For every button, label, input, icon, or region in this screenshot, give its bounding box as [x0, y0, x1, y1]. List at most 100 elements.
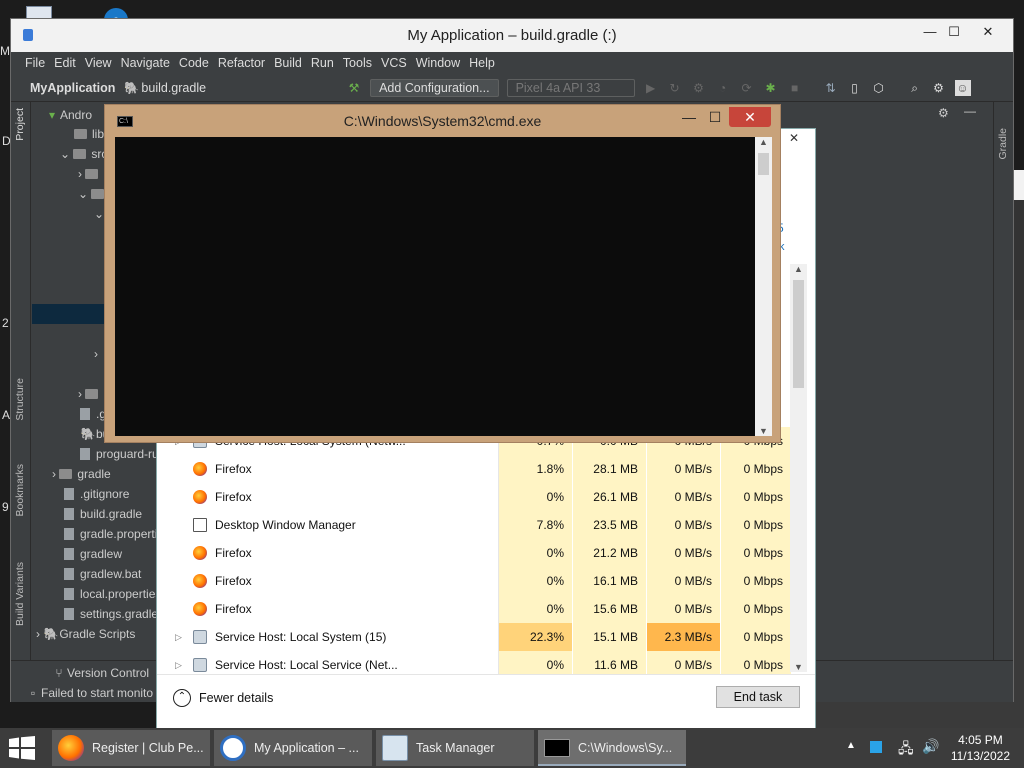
tree-item-gradlew[interactable]: gradlew: [64, 544, 122, 564]
menu-window[interactable]: Window: [416, 52, 460, 74]
window-title: My Application – build.gradle (:): [407, 27, 617, 44]
breadcrumb-file[interactable]: build.gradle: [141, 81, 206, 95]
apply-changes-icon[interactable]: ⟳: [739, 80, 755, 96]
table-row[interactable]: Firefox 0% 16.1 MB 0 MB/s 0 Mbps: [165, 567, 797, 595]
menu-view[interactable]: View: [85, 52, 112, 74]
table-row[interactable]: Firefox 0% 21.2 MB 0 MB/s 0 Mbps: [165, 539, 797, 567]
gear-icon[interactable]: ⚙: [938, 106, 949, 120]
close-icon[interactable]: ✕: [729, 107, 771, 127]
tab-bookmarks[interactable]: Bookmarks: [14, 464, 26, 517]
hammer-icon[interactable]: ⚒: [346, 80, 362, 96]
taskbar-item-android-studio[interactable]: My Application – ...: [214, 730, 372, 766]
scroll-up-icon[interactable]: ▲: [790, 264, 807, 278]
tray-app-icon[interactable]: [870, 741, 882, 753]
debug-icon[interactable]: ⚙: [691, 80, 707, 96]
tree-item-proguard[interactable]: proguard-ru: [80, 444, 159, 464]
tab-structure[interactable]: Structure: [14, 378, 26, 421]
tree-item-gitfile[interactable]: .g: [80, 404, 106, 424]
tree-item-label: Gradle Scripts: [59, 627, 136, 641]
close-icon[interactable]: ✕: [969, 19, 1007, 45]
tree-root[interactable]: ▾ Andro: [44, 105, 92, 125]
tree-item-build-gradle[interactable]: build.gradle: [64, 504, 142, 524]
table-row[interactable]: Firefox 0% 15.6 MB 0 MB/s 0 Mbps: [165, 595, 797, 623]
menu-file[interactable]: File: [25, 52, 45, 74]
network-cell: 0 Mbps: [721, 567, 791, 595]
breadcrumb-project[interactable]: MyApplication: [30, 81, 115, 95]
scroll-thumb[interactable]: [758, 153, 769, 175]
menu-build[interactable]: Build: [274, 52, 302, 74]
scroll-down-icon[interactable]: ▼: [790, 662, 807, 672]
menu-code[interactable]: Code: [179, 52, 209, 74]
desktop-edge-letter: M: [0, 44, 10, 58]
device-selector[interactable]: Pixel 4a API 33: [506, 78, 635, 97]
taskbar-item-firefox[interactable]: Register | Club Pe...: [52, 730, 210, 766]
sync-gradle-icon[interactable]: ⇅: [823, 80, 839, 96]
avatar-icon[interactable]: ☺: [954, 79, 971, 96]
run-icon[interactable]: ▶: [643, 80, 659, 96]
tab-project[interactable]: Project: [14, 108, 26, 141]
fewer-details-button[interactable]: ⌃ Fewer details: [173, 689, 273, 707]
tree-item-src[interactable]: ⌄ src: [60, 144, 107, 164]
taskbar-item-task-manager[interactable]: Task Manager: [376, 730, 534, 766]
tab-gradle[interactable]: Gradle: [997, 128, 1009, 160]
windows-start-icon[interactable]: [8, 736, 36, 760]
show-hidden-icons-icon[interactable]: ▲: [846, 740, 856, 751]
menu-edit[interactable]: Edit: [54, 52, 76, 74]
end-task-button[interactable]: End task: [716, 686, 800, 708]
table-row[interactable]: ▷ Service Host: Local System (15) 22.3% 15.…: [165, 623, 797, 651]
table-row[interactable]: Firefox 0% 26.1 MB 0 MB/s 0 Mbps: [165, 483, 797, 511]
network-icon[interactable]: 🖧: [898, 738, 914, 762]
task-manager-close-icon[interactable]: ✕: [779, 131, 809, 151]
table-row[interactable]: Firefox 1.8% 28.1 MB 0 MB/s 0 Mbps: [165, 455, 797, 483]
scroll-down-icon[interactable]: ▼: [755, 426, 772, 436]
search-icon[interactable]: ⌕: [907, 80, 923, 96]
scroll-thumb[interactable]: [793, 280, 804, 388]
menu-refactor[interactable]: Refactor: [218, 52, 265, 74]
menu-help[interactable]: Help: [469, 52, 495, 74]
tree-item-folder[interactable]: ›: [78, 384, 103, 404]
firefox-icon: [193, 546, 207, 560]
stop-icon[interactable]: ■: [787, 80, 803, 96]
tree-item-gradle[interactable]: › gradle: [52, 464, 111, 484]
menu-run[interactable]: Run: [311, 52, 334, 74]
task-manager-scrollbar[interactable]: ▲ ▼: [790, 264, 807, 672]
minimize-panel-icon[interactable]: —: [964, 104, 976, 118]
scroll-up-icon[interactable]: ▲: [755, 137, 772, 151]
rerun-icon[interactable]: ↻: [667, 80, 683, 96]
gear-icon[interactable]: ⚙: [931, 80, 947, 96]
version-control-tab[interactable]: ⑂ Version Control: [51, 665, 149, 681]
tree-item-gradlew-bat[interactable]: gradlew.bat: [64, 564, 141, 584]
add-configuration-button[interactable]: Add Configuration...: [370, 78, 499, 97]
gradle-elephant-icon: 🐘: [43, 627, 59, 641]
status-toggle-icon[interactable]: ▫: [25, 685, 41, 701]
maximize-icon[interactable]: ☐: [935, 19, 973, 45]
attach-debugger-icon[interactable]: ✱: [763, 80, 779, 96]
tree-item-label: gradlew.bat: [80, 567, 142, 581]
cmd-scrollbar[interactable]: ▲ ▼: [755, 137, 772, 436]
maximize-icon[interactable]: ☐: [701, 107, 729, 127]
tree-item-folder[interactable]: ›: [78, 164, 103, 184]
tree-item-gradle-scripts[interactable]: › 🐘Gradle Scripts: [36, 624, 135, 644]
menu-navigate[interactable]: Navigate: [121, 52, 170, 74]
system-clock[interactable]: 4:05 PM 11/13/2022: [951, 732, 1010, 764]
table-row[interactable]: Desktop Window Manager 7.8% 23.5 MB 0 MB/s 0…: [165, 511, 797, 539]
tree-item-folder[interactable]: ›: [94, 344, 98, 364]
menu-tools[interactable]: Tools: [343, 52, 372, 74]
minimize-icon[interactable]: —: [675, 107, 703, 127]
profile-icon[interactable]: ◔: [715, 80, 731, 96]
volume-icon[interactable]: 🔊: [922, 738, 939, 755]
process-name: Firefox: [215, 546, 252, 560]
tree-item-gradle-properties[interactable]: gradle.propertie: [64, 524, 164, 544]
device-manager-icon[interactable]: ▯: [847, 80, 863, 96]
tree-item-gitignore[interactable]: .gitignore: [64, 484, 129, 504]
menu-vcs[interactable]: VCS: [381, 52, 407, 74]
tree-item-folder[interactable]: ⌄: [94, 204, 104, 224]
network-cell: 0 Mbps: [721, 595, 791, 623]
tree-item-local-properties[interactable]: local.properties: [64, 584, 161, 604]
tab-build-variants[interactable]: Build Variants: [14, 562, 26, 626]
sdk-manager-icon[interactable]: ⬡: [871, 80, 887, 96]
tree-item-settings-gradle[interactable]: settings.gradle: [64, 604, 158, 624]
expand-chevron-icon[interactable]: ▷: [175, 623, 182, 651]
console-output[interactable]: [115, 137, 755, 436]
taskbar-item-cmd[interactable]: C:\Windows\Sy...: [538, 730, 686, 766]
